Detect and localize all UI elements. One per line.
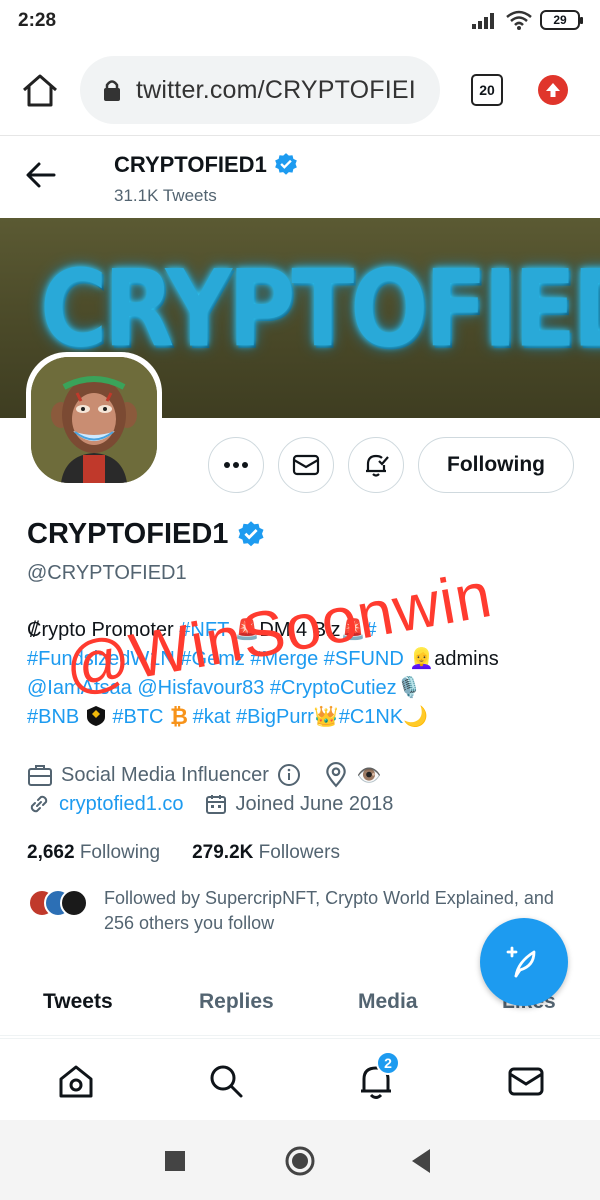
home-icon[interactable] (56, 1061, 96, 1101)
hashtag-links[interactable]: #kat #BigPurr (193, 706, 314, 728)
hashtag-link[interactable]: #BTC (112, 706, 163, 728)
update-icon[interactable] (538, 75, 568, 105)
verified-badge-icon (274, 153, 297, 175)
follow-counts: 2,662 Following 279.2K Followers (27, 842, 340, 864)
wifi-icon (506, 10, 532, 30)
info-icon[interactable] (277, 763, 301, 787)
back-triangle-icon[interactable] (410, 1148, 432, 1174)
profile-meta-row-2: cryptofied1.co Joined June 2018 (27, 792, 393, 816)
recents-square-icon[interactable] (164, 1150, 186, 1172)
followers-label: Followers (258, 842, 340, 863)
browser-toolbar: twitter.com/CRYPTOFIEI 20 (0, 44, 600, 136)
link-icon (30, 795, 48, 813)
tab-replies[interactable]: Replies (199, 990, 274, 1014)
profile-meta-row: Social Media Influencer 👁️ (27, 762, 382, 788)
bio-line-4: #BNB #BTC ₿ #kat #BigPurr👑#C1NK🌙 (27, 703, 577, 732)
home-icon[interactable] (20, 72, 60, 108)
tab-switcher-button[interactable]: 20 (471, 74, 503, 106)
search-icon[interactable] (206, 1061, 246, 1101)
hashtag-link[interactable]: #BNB (27, 706, 79, 728)
tab-media[interactable]: Media (358, 990, 418, 1014)
avatar-image (31, 357, 157, 483)
following-count: 2,662 (27, 842, 75, 863)
lock-icon (104, 80, 120, 101)
messages-mail-icon[interactable] (506, 1061, 546, 1101)
signal-icon (472, 13, 494, 29)
profile-location: 👁️ (356, 764, 382, 787)
tweet-count: 31.1K Tweets (114, 186, 217, 205)
profile-avatar[interactable] (26, 352, 162, 488)
followers-count-link[interactable]: 279.2K Followers (192, 842, 340, 864)
android-navigation-bar (0, 1120, 600, 1200)
status-bar: 2:28 29 (0, 0, 600, 44)
profile-joined-date: Joined June 2018 (235, 792, 394, 815)
bottom-navigation: 2 (0, 1038, 600, 1120)
profile-topbar: CRYPTOFIED1 31.1K Tweets (0, 136, 600, 218)
more-dots-icon (224, 462, 248, 468)
compose-tweet-button[interactable] (480, 918, 568, 1006)
profile-display-name: CRYPTOFIED1 (27, 518, 266, 551)
followed-by-avatars (28, 889, 94, 919)
status-time: 2:28 (18, 10, 57, 31)
avatar (60, 889, 88, 917)
more-options-button[interactable] (208, 437, 264, 493)
following-button[interactable]: Following (418, 437, 574, 493)
url-text: twitter.com/CRYPTOFIEI (136, 75, 416, 104)
briefcase-icon (28, 765, 52, 786)
battery-indicator: 29 (540, 10, 583, 30)
bnb-icon (86, 706, 105, 726)
moon-emoji: 🌙 (403, 706, 429, 728)
notifications-subscribe-button[interactable] (348, 437, 404, 493)
bio-text: 🎙️ (396, 677, 422, 699)
message-button[interactable] (278, 437, 334, 493)
profile-category: Social Media Influencer (61, 763, 269, 786)
compose-feather-icon (506, 946, 536, 978)
address-bar[interactable]: twitter.com/CRYPTOFIEI (80, 56, 440, 124)
back-arrow-icon[interactable] (24, 160, 58, 190)
svg-text:₿: ₿ (170, 705, 187, 727)
hashtag-link[interactable]: #C1NK (339, 706, 403, 728)
following-count-link[interactable]: 2,662 Following (27, 842, 160, 864)
followers-count: 279.2K (192, 842, 254, 863)
bitcoin-icon: ₿ (170, 705, 188, 730)
status-icons: 29 (472, 10, 583, 30)
profile-handle: @CRYPTOFIED1 (27, 562, 187, 584)
tab-tweets[interactable]: Tweets (43, 990, 113, 1014)
bell-check-icon (366, 454, 389, 477)
crown-emoji: 👑 (313, 706, 339, 728)
topbar-display-name: CRYPTOFIED1 (114, 152, 299, 178)
profile-website-link[interactable]: cryptofied1.co (59, 793, 184, 816)
bio-text: 👱‍♀️admins (403, 648, 499, 670)
home-circle-icon[interactable] (284, 1145, 316, 1177)
mail-icon (292, 454, 320, 476)
location-icon (326, 762, 346, 788)
following-label: Following (79, 842, 161, 863)
topbar-name-text: CRYPTOFIED1 (114, 152, 267, 177)
display-name-text: CRYPTOFIED1 (27, 518, 229, 550)
verified-badge-icon (238, 520, 264, 546)
calendar-icon (205, 795, 226, 814)
notification-badge: 2 (376, 1051, 400, 1075)
